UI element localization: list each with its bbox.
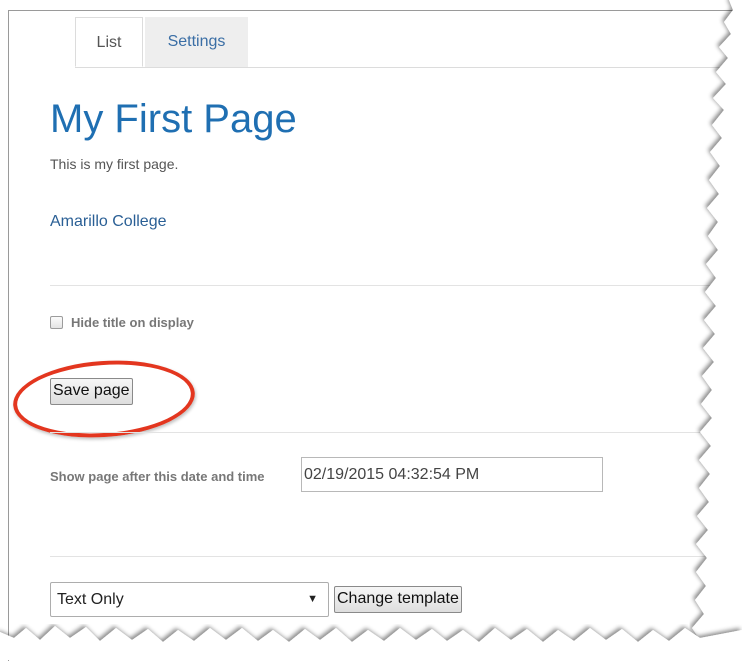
- template-select[interactable]: Text Only ▼: [50, 582, 329, 617]
- tab-settings[interactable]: Settings: [145, 17, 248, 67]
- change-template-button[interactable]: Change template: [334, 586, 462, 613]
- show-after-date-label: Show page after this date and time: [50, 469, 265, 484]
- highlight-circle: [10, 354, 198, 444]
- section-divider: [50, 285, 742, 286]
- show-after-date-input[interactable]: 02/19/2015 04:32:54 PM: [301, 457, 603, 492]
- hide-title-checkbox[interactable]: [50, 316, 63, 329]
- section-divider: [50, 556, 742, 557]
- page-panel: List Settings My First Page This is my f…: [8, 10, 742, 661]
- hide-title-label: Hide title on display: [71, 315, 194, 330]
- tab-divider: [75, 67, 742, 68]
- page-title: My First Page: [50, 97, 297, 141]
- hide-title-option: Hide title on display: [50, 315, 194, 330]
- section-divider: [50, 432, 742, 433]
- tab-list[interactable]: List: [75, 17, 143, 67]
- amarillo-college-link[interactable]: Amarillo College: [50, 213, 167, 231]
- template-select-value: Text Only: [57, 591, 124, 608]
- dropdown-arrow-icon: ▼: [307, 593, 318, 605]
- page-intro-text: This is my first page.: [50, 156, 179, 172]
